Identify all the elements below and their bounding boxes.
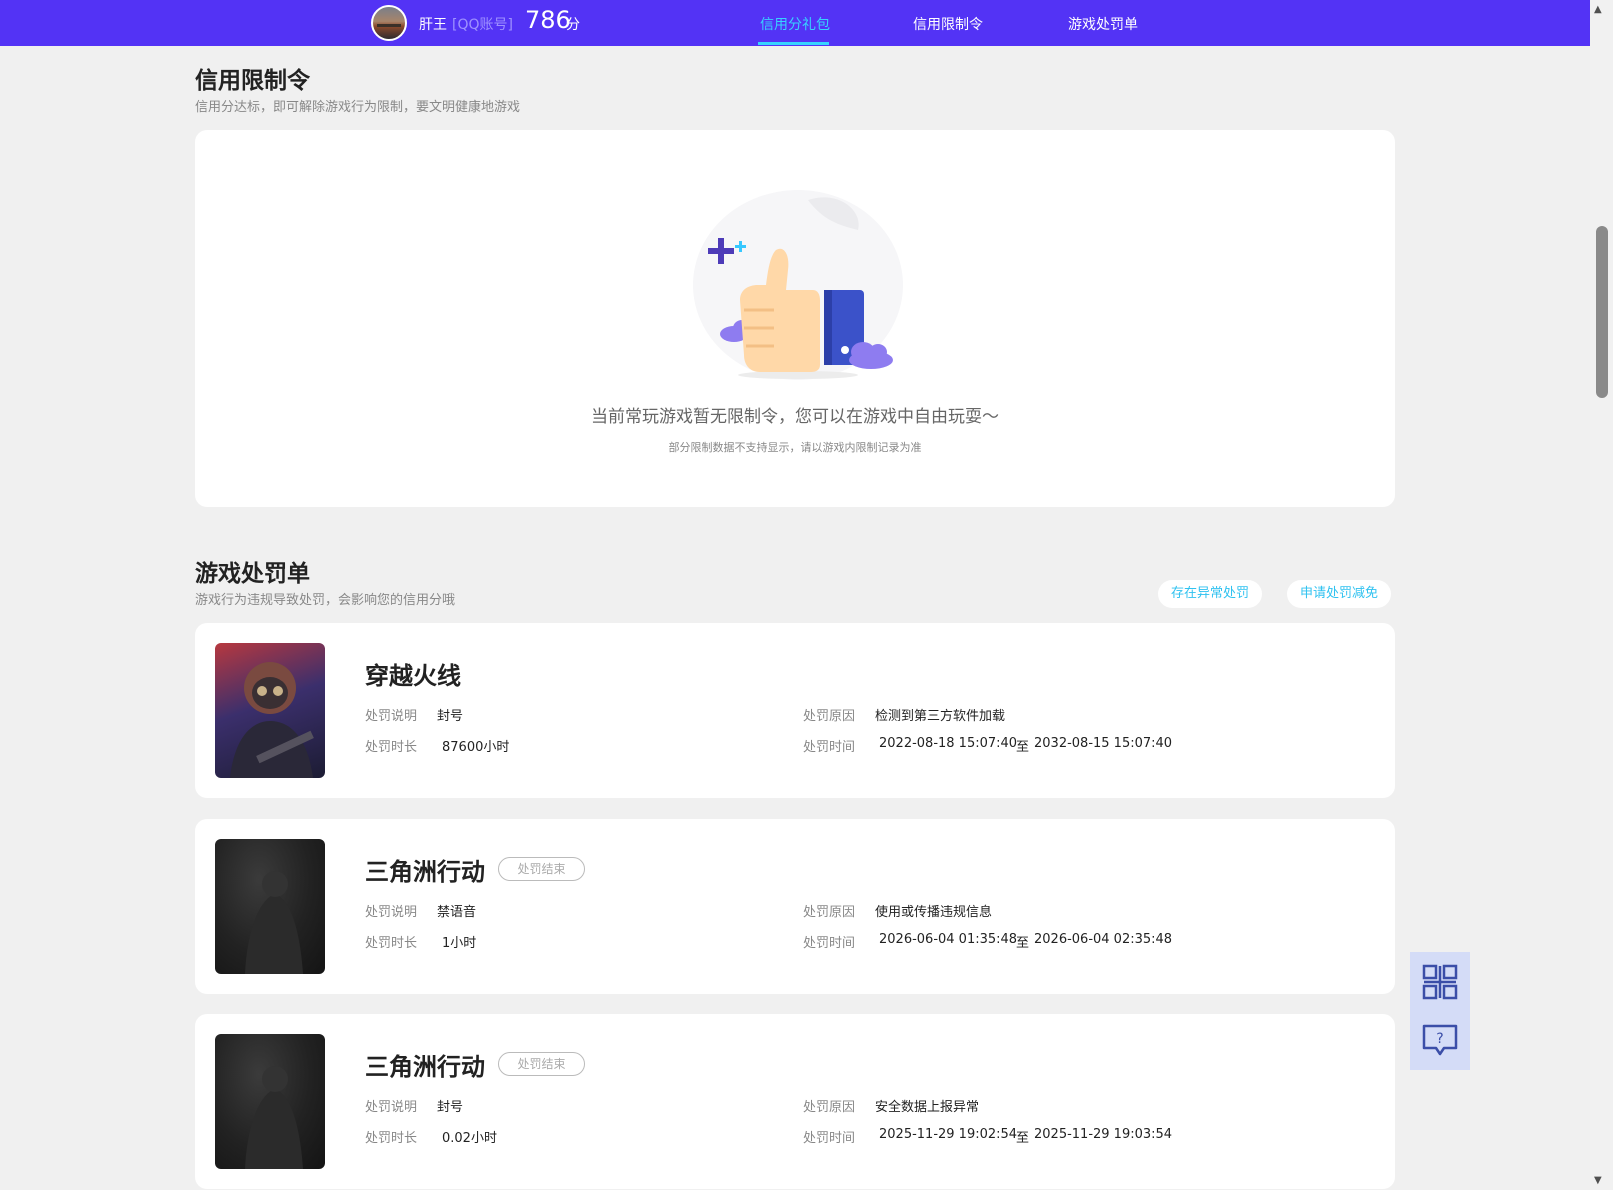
tab-credit-restriction[interactable]: 信用限制令 bbox=[913, 14, 983, 34]
tab-game-penalty[interactable]: 游戏处罚单 bbox=[1068, 14, 1138, 34]
penalty-time-end: 2025-11-29 19:03:54 bbox=[1034, 1127, 1173, 1142]
game-name: 三角洲行动 bbox=[365, 858, 485, 886]
scroll-up-arrow-icon[interactable]: ▲ bbox=[1594, 4, 1602, 15]
credit-score-unit: 分 bbox=[566, 17, 580, 33]
penalty-desc-label: 处罚说明 bbox=[365, 709, 418, 724]
penalty-reason-value: 使用或传播违规信息 bbox=[875, 905, 993, 920]
penalty-section-title: 游戏处罚单 bbox=[195, 561, 310, 587]
scroll-down-arrow-icon[interactable]: ▼ bbox=[1594, 1175, 1602, 1186]
penalty-section-subtitle: 游戏行为违规导致处罚，会影响您的信用分哦 bbox=[195, 593, 456, 608]
penalty-duration-value: 87600小时 bbox=[442, 740, 510, 755]
penalty-time-separator: 至 bbox=[1016, 936, 1030, 951]
restriction-section-title: 信用限制令 bbox=[195, 68, 310, 94]
penalty-duration-value: 0.02小时 bbox=[442, 1131, 497, 1146]
penalty-reason-label: 处罚原因 bbox=[803, 905, 856, 920]
penalty-reason-label: 处罚原因 bbox=[803, 1100, 856, 1115]
penalty-reason-label: 处罚原因 bbox=[803, 709, 856, 724]
report-abnormal-penalty-button[interactable]: 存在异常处罚 bbox=[1158, 580, 1263, 608]
penalty-desc-label: 处罚说明 bbox=[365, 905, 418, 920]
penalty-time-separator: 至 bbox=[1016, 740, 1030, 755]
user-name: 肝王 bbox=[419, 17, 447, 33]
penalty-time-separator: 至 bbox=[1016, 1131, 1030, 1146]
penalty-card: 穿越火线 处罚说明 封号 处罚时长 87600小时 处罚原因 检测到第三方软件加… bbox=[195, 623, 1395, 798]
penalty-time-label: 处罚时间 bbox=[803, 1131, 856, 1146]
penalty-time-label: 处罚时间 bbox=[803, 740, 856, 755]
game-cover-image bbox=[215, 1034, 325, 1169]
penalty-time-end: 2032-08-15 15:07:40 bbox=[1034, 736, 1173, 751]
penalty-time-start: 2025-11-29 19:02:54 bbox=[879, 1127, 1018, 1142]
scrollbar-thumb[interactable] bbox=[1596, 226, 1608, 398]
status-badge: 处罚结束 bbox=[498, 1052, 585, 1076]
penalty-time-end: 2026-06-04 02:35:48 bbox=[1034, 932, 1173, 947]
thumbs-up-icon bbox=[693, 190, 903, 380]
penalty-card: 三角洲行动 处罚结束 处罚说明 封号 处罚时长 0.02小时 处罚原因 安全数据… bbox=[195, 1014, 1395, 1189]
penalty-time-label: 处罚时间 bbox=[803, 936, 856, 951]
game-cover-image bbox=[215, 643, 325, 778]
top-nav-bar: 肝王 [QQ账号] 786 分 信用分礼包 信用限制令 游戏处罚单 bbox=[0, 0, 1590, 46]
status-badge: 处罚结束 bbox=[498, 857, 585, 881]
penalty-duration-label: 处罚时长 bbox=[365, 740, 418, 755]
game-name: 三角洲行动 bbox=[365, 1053, 485, 1081]
restriction-empty-card: 当前常玩游戏暂无限制令，您可以在游戏中自由玩耍～ 部分限制数据不支持显示，请以游… bbox=[195, 130, 1395, 507]
penalty-time-start: 2026-06-04 01:35:48 bbox=[879, 932, 1018, 947]
penalty-reason-value: 安全数据上报异常 bbox=[875, 1100, 980, 1115]
penalty-duration-label: 处罚时长 bbox=[365, 936, 418, 951]
avatar[interactable] bbox=[371, 5, 407, 41]
empty-state-message: 当前常玩游戏暂无限制令，您可以在游戏中自由玩耍～ bbox=[591, 407, 999, 427]
penalty-card: 三角洲行动 处罚结束 处罚说明 禁语音 处罚时长 1小时 处罚原因 使用或传播违… bbox=[195, 819, 1395, 994]
penalty-reason-value: 检测到第三方软件加载 bbox=[875, 709, 1006, 724]
svg-text:?: ? bbox=[1436, 1031, 1443, 1047]
apply-penalty-reduction-button[interactable]: 申请处罚减免 bbox=[1287, 580, 1392, 608]
penalty-time-start: 2022-08-18 15:07:40 bbox=[879, 736, 1018, 751]
penalty-desc-value: 禁语音 bbox=[437, 905, 477, 920]
active-tab-indicator bbox=[758, 42, 829, 45]
penalty-duration-value: 1小时 bbox=[442, 936, 477, 951]
tab-credit-gift[interactable]: 信用分礼包 bbox=[760, 14, 830, 34]
penalty-desc-value: 封号 bbox=[437, 1100, 464, 1115]
help-button[interactable]: ? bbox=[1410, 1010, 1470, 1070]
credit-score: 786 bbox=[525, 6, 571, 34]
help-chat-icon: ? bbox=[1422, 1024, 1458, 1056]
game-cover-image bbox=[215, 839, 325, 974]
scrollbar[interactable] bbox=[1590, 0, 1613, 1190]
account-type: [QQ账号] bbox=[452, 17, 513, 33]
penalty-desc-label: 处罚说明 bbox=[365, 1100, 418, 1115]
empty-state-note: 部分限制数据不支持显示，请以游戏内限制记录为准 bbox=[668, 441, 922, 454]
qr-code-icon bbox=[1422, 964, 1458, 1000]
game-name: 穿越火线 bbox=[365, 662, 461, 690]
restriction-section-subtitle: 信用分达标，即可解除游戏行为限制，要文明健康地游戏 bbox=[195, 100, 521, 115]
qr-code-button[interactable] bbox=[1410, 952, 1470, 1012]
penalty-desc-value: 封号 bbox=[437, 709, 464, 724]
penalty-duration-label: 处罚时长 bbox=[365, 1131, 418, 1146]
